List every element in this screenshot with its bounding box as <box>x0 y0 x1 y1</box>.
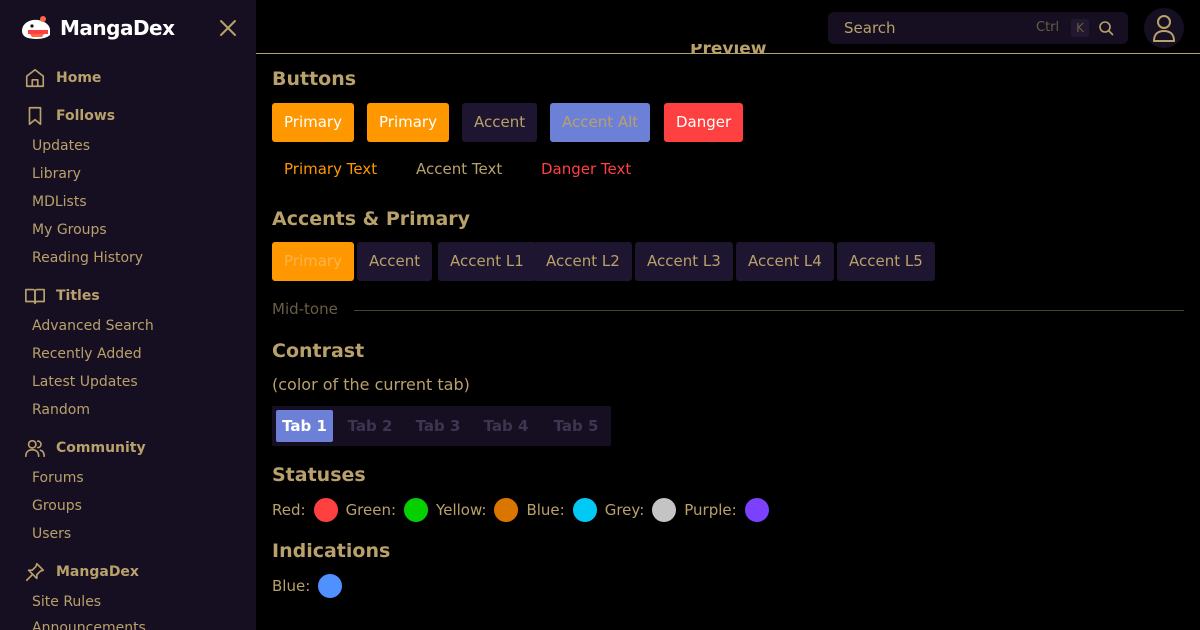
midtone-divider <box>354 310 1184 311</box>
sidebar-item-recently-added[interactable]: Recently Added <box>32 343 142 365</box>
book-icon <box>25 288 45 305</box>
status-dot-red <box>313 498 338 522</box>
main-content: Buttons Primary Primary Accent Accent Al… <box>256 55 1200 630</box>
brand-name: MangaDex <box>60 16 175 40</box>
status-dot-purple <box>744 498 769 522</box>
sidebar-item-site-rules[interactable]: Site Rules <box>32 591 101 613</box>
mangadex-logo-icon <box>22 16 50 39</box>
sidebar-section-titles[interactable]: Titles <box>24 283 100 309</box>
buttons-heading: Buttons <box>272 68 357 90</box>
tab-2[interactable]: Tab 2 <box>340 410 400 442</box>
primary-text-button[interactable]: Primary Text <box>272 150 389 189</box>
accent-swatch-l1[interactable]: Accent L1 <box>438 242 536 281</box>
indication-dot-blue <box>318 574 343 598</box>
accent-swatch-l5[interactable]: Accent L5 <box>837 242 935 281</box>
home-icon <box>25 68 45 88</box>
tab-1[interactable]: Tab 1 <box>276 410 333 442</box>
status-red: Red: <box>272 498 338 522</box>
accent-swatch-l2[interactable]: Accent L2 <box>534 242 632 281</box>
status-dot-yellow <box>494 498 519 522</box>
accent-swatch-accent[interactable]: Accent <box>357 242 433 281</box>
status-grey: Grey: <box>605 498 677 522</box>
status-dot-grey <box>652 498 677 522</box>
bookmark-icon <box>28 106 42 126</box>
close-sidebar-icon[interactable] <box>216 16 240 40</box>
shortcut-k-key: K <box>1071 19 1089 37</box>
status-dot-green <box>404 498 429 522</box>
midtone-label: Mid-tone <box>272 300 338 318</box>
sidebar-item-reading-history[interactable]: Reading History <box>32 247 143 269</box>
contrast-heading: Contrast <box>272 340 365 362</box>
accent-button[interactable]: Accent <box>462 103 538 142</box>
status-purple: Purple: <box>684 498 769 522</box>
tab-bar: Tab 1 Tab 2 Tab 3 Tab 4 Tab 5 <box>272 406 611 446</box>
danger-text-button[interactable]: Danger Text <box>529 150 643 189</box>
sidebar-item-advanced-search[interactable]: Advanced Search <box>32 315 154 337</box>
sidebar-item-forums[interactable]: Forums <box>32 467 84 489</box>
sidebar-item-random[interactable]: Random <box>32 399 90 421</box>
sidebar-section-community[interactable]: Community <box>24 435 146 461</box>
users-icon <box>25 439 45 458</box>
user-icon <box>1152 15 1176 42</box>
accent-swatch-l3[interactable]: Accent L3 <box>635 242 733 281</box>
sidebar: MangaDex Home Follows Updates Library MD… <box>0 0 256 630</box>
sidebar-item-announcements[interactable]: Announcements <box>32 617 146 630</box>
sidebar-item-home[interactable]: Home <box>24 65 101 91</box>
search-icon <box>1099 21 1114 36</box>
danger-button[interactable]: Danger <box>664 103 744 142</box>
tab-4[interactable]: Tab 4 <box>476 410 536 442</box>
accent-swatch-l4[interactable]: Accent L4 <box>736 242 834 281</box>
indications-heading: Indications <box>272 540 391 562</box>
shortcut-ctrl-key: Ctrl <box>1036 20 1060 35</box>
sidebar-item-latest-updates[interactable]: Latest Updates <box>32 371 138 393</box>
status-dot-blue <box>572 498 597 522</box>
status-yellow: Yellow: <box>436 498 519 522</box>
sidebar-item-updates[interactable]: Updates <box>32 135 90 157</box>
search-placeholder: Search <box>844 19 896 37</box>
sidebar-section-follows[interactable]: Follows <box>24 103 115 129</box>
primary-button-2[interactable]: Primary <box>367 103 449 142</box>
statuses-heading: Statuses <box>272 464 366 486</box>
sidebar-section-mangadex[interactable]: MangaDex <box>24 559 139 585</box>
pin-icon <box>25 562 45 582</box>
tab-5[interactable]: Tab 5 <box>546 410 606 442</box>
accent-text-button[interactable]: Accent Text <box>404 150 514 189</box>
indication-colors: Blue: <box>272 574 350 598</box>
status-green: Green: <box>346 498 429 522</box>
sidebar-item-users[interactable]: Users <box>32 523 71 545</box>
indication-blue: Blue: <box>272 574 343 598</box>
tab-3[interactable]: Tab 3 <box>408 410 468 442</box>
contrast-subtitle: (color of the current tab) <box>272 375 470 394</box>
status-blue: Blue: <box>526 498 597 522</box>
sidebar-item-my-groups[interactable]: My Groups <box>32 219 107 241</box>
primary-button[interactable]: Primary <box>272 103 354 142</box>
sidebar-item-mdlists[interactable]: MDLists <box>32 191 87 213</box>
sidebar-item-library[interactable]: Library <box>32 163 81 185</box>
accent-swatch-primary[interactable]: Primary <box>272 242 354 281</box>
brand-link[interactable]: MangaDex <box>18 12 175 44</box>
accent-alt-button[interactable]: Accent Alt <box>550 103 651 142</box>
search-input[interactable]: Search Ctrl K <box>828 12 1128 44</box>
accents-heading: Accents & Primary <box>272 208 471 230</box>
status-colors: Red: Green: Yellow: Blue: Grey: Purple: <box>272 498 777 522</box>
user-avatar-button[interactable] <box>1144 8 1184 48</box>
sidebar-item-groups[interactable]: Groups <box>32 495 82 517</box>
